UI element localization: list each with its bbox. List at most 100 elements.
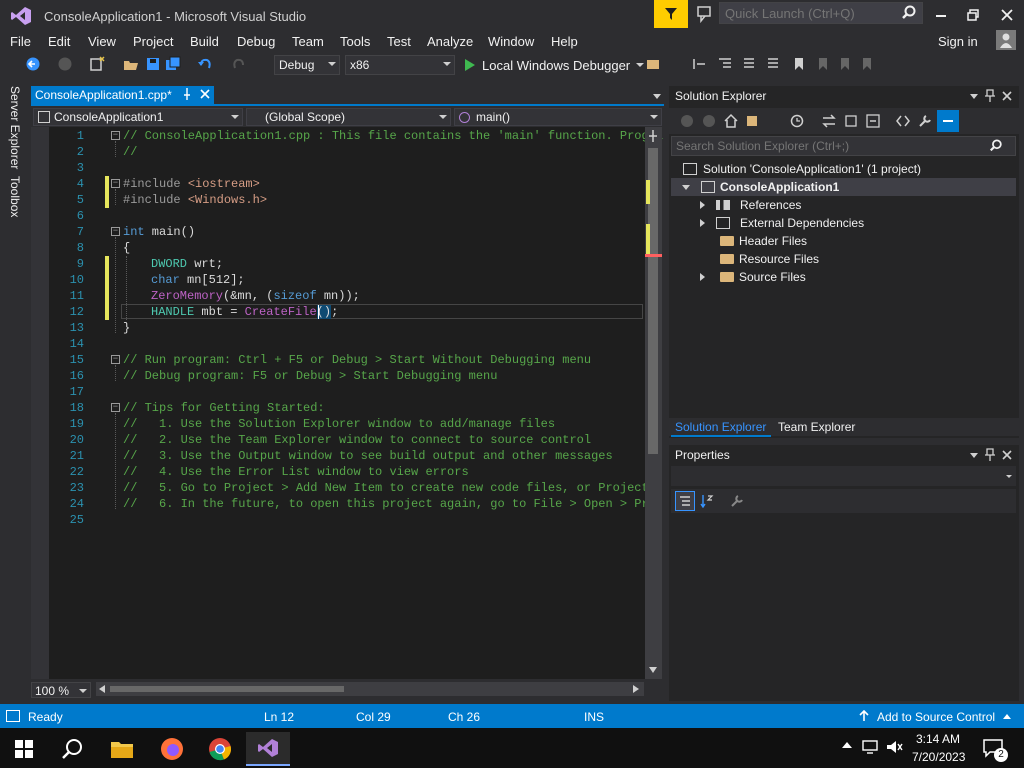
expand-chevron-icon[interactable] xyxy=(682,185,690,190)
code-line-10[interactable]: char mn[512]; xyxy=(151,272,245,288)
sync-with-active-document-icon[interactable] xyxy=(820,112,838,130)
start-debugging-button[interactable]: Local Windows Debugger xyxy=(462,55,645,75)
menu-tools[interactable]: Tools xyxy=(340,34,370,49)
menu-debug[interactable]: Debug xyxy=(237,34,275,49)
code-line-12[interactable]: HANDLE mbt = CreateFile(); xyxy=(151,304,338,320)
project-dropdown[interactable]: ConsoleApplication1 xyxy=(33,108,243,126)
server-explorer-tab[interactable]: Server Explorer xyxy=(8,86,22,169)
expand-chevron-icon[interactable] xyxy=(700,273,705,281)
view-code-icon[interactable] xyxy=(894,112,912,130)
code-line-7[interactable]: int main() xyxy=(123,224,195,240)
tree-node-external-dependencies[interactable]: External Dependencies xyxy=(700,214,864,232)
restore-icon[interactable] xyxy=(960,4,986,26)
tree-node-solution[interactable]: Solution 'ConsoleApplication1' (1 projec… xyxy=(683,160,921,178)
quick-launch-input[interactable] xyxy=(719,2,923,24)
taskbar-search-icon[interactable] xyxy=(50,732,94,766)
panel-options-chevron-down-icon[interactable] xyxy=(969,451,979,459)
code-line-11[interactable]: ZeroMemory(&mn, (sizeof mn)); xyxy=(151,288,360,304)
undo-icon[interactable] xyxy=(196,55,214,73)
code-line-1[interactable]: // ConsoleApplication1.cpp : This file c… xyxy=(123,128,663,144)
show-hidden-icons-chevron-up-icon[interactable] xyxy=(842,742,852,748)
tree-node-project[interactable]: ConsoleApplication1 xyxy=(671,178,1016,196)
send-feedback-icon[interactable] xyxy=(694,4,714,24)
solution-explorer-search-input[interactable] xyxy=(671,136,1016,156)
status-output-icon[interactable] xyxy=(6,710,20,722)
minimize-icon[interactable] xyxy=(928,4,954,26)
menu-view[interactable]: View xyxy=(88,34,116,49)
clear-bookmarks-icon[interactable] xyxy=(858,55,876,73)
feedback-filter-icon[interactable] xyxy=(654,0,688,28)
tab-overflow-chevron-down-icon[interactable] xyxy=(652,92,662,100)
scroll-left-icon[interactable] xyxy=(98,685,106,693)
collapse-icon[interactable]: − xyxy=(111,403,120,412)
horizontal-scroll-thumb[interactable] xyxy=(110,686,344,692)
code-line-5[interactable]: #include <Windows.h> xyxy=(123,192,267,208)
code-line-18[interactable]: // Tips for Getting Started: xyxy=(123,400,325,416)
forward-icon[interactable] xyxy=(700,112,718,130)
close-window-icon[interactable] xyxy=(994,4,1020,26)
refresh-icon[interactable] xyxy=(842,112,860,130)
menu-build[interactable]: Build xyxy=(190,34,219,49)
menu-analyze[interactable]: Analyze xyxy=(427,34,473,49)
properties-object-dropdown[interactable] xyxy=(671,466,1016,486)
code-line-19[interactable]: // 1. Use the Solution Explorer window t… xyxy=(123,416,555,432)
taskbar-clock-time[interactable]: 3:14 AM xyxy=(916,732,960,746)
add-to-source-control-button[interactable]: Add to Source Control xyxy=(877,710,995,724)
code-line-13[interactable]: } xyxy=(123,320,130,336)
file-explorer-icon[interactable] xyxy=(100,732,144,766)
menu-file[interactable]: File xyxy=(10,34,31,49)
code-line-20[interactable]: // 2. Use the Team Explorer window to co… xyxy=(123,432,591,448)
collapse-icon[interactable]: − xyxy=(111,179,120,188)
bookmark-icon[interactable] xyxy=(790,55,808,73)
preview-selected-items-icon[interactable] xyxy=(937,110,959,132)
next-bookmark-icon[interactable] xyxy=(836,55,854,73)
visual-studio-taskbar-icon[interactable] xyxy=(246,732,290,766)
uncomment-lines-icon[interactable] xyxy=(764,55,782,73)
comment-lines-icon[interactable] xyxy=(740,55,758,73)
document-tab[interactable]: ConsoleApplication1.cpp* xyxy=(31,86,214,105)
collapse-all-icon[interactable] xyxy=(864,112,882,130)
split-editor-icon[interactable] xyxy=(648,129,658,143)
save-icon[interactable] xyxy=(144,55,162,73)
open-file-icon[interactable] xyxy=(122,55,140,73)
menu-window[interactable]: Window xyxy=(488,34,534,49)
menu-project[interactable]: Project xyxy=(133,34,173,49)
code-line-15[interactable]: // Run program: Ctrl + F5 or Debug > Sta… xyxy=(123,352,591,368)
home-icon[interactable] xyxy=(722,112,740,130)
menu-test[interactable]: Test xyxy=(387,34,411,49)
scroll-down-icon[interactable] xyxy=(649,666,657,674)
pin-tab-icon[interactable] xyxy=(181,87,193,101)
code-line-9[interactable]: DWORD wrt; xyxy=(151,256,223,272)
new-project-icon[interactable] xyxy=(88,55,106,73)
outdent-icon[interactable] xyxy=(716,55,734,73)
code-line-21[interactable]: // 3. Use the Output window to see build… xyxy=(123,448,613,464)
chevron-up-icon[interactable] xyxy=(1003,714,1011,719)
alphabetical-sort-icon[interactable] xyxy=(698,492,716,510)
sign-in-link[interactable]: Sign in xyxy=(938,34,978,49)
account-avatar-icon[interactable] xyxy=(996,30,1016,50)
member-dropdown[interactable]: main() xyxy=(454,108,662,126)
tree-node-resource-files[interactable]: Resource Files xyxy=(720,250,819,268)
code-line-4[interactable]: #include <iostream> xyxy=(123,176,260,192)
save-all-icon[interactable] xyxy=(164,55,182,73)
expand-chevron-icon[interactable] xyxy=(700,219,705,227)
close-tab-icon[interactable] xyxy=(199,88,211,100)
search-icon[interactable] xyxy=(900,4,918,22)
solution-configuration-dropdown[interactable]: Debug xyxy=(274,55,340,75)
firefox-icon[interactable] xyxy=(150,732,194,766)
collapse-icon[interactable]: − xyxy=(111,131,120,140)
navigate-back-icon[interactable] xyxy=(24,55,42,73)
taskbar-clock-date[interactable]: 7/20/2023 xyxy=(912,750,965,764)
network-icon[interactable] xyxy=(862,740,880,754)
pin-panel-icon[interactable] xyxy=(984,89,996,103)
volume-icon[interactable] xyxy=(886,740,904,754)
arrow-up-icon[interactable] xyxy=(858,710,870,722)
collapse-icon[interactable]: − xyxy=(111,355,120,364)
code-line-24[interactable]: // 6. In the future, to open this projec… xyxy=(123,496,663,512)
property-pages-wrench-icon[interactable] xyxy=(728,492,746,510)
editor-glyph-margin[interactable] xyxy=(31,127,49,679)
switch-views-icon[interactable] xyxy=(744,112,762,130)
tree-node-header-files[interactable]: Header Files xyxy=(720,232,807,250)
search-icon[interactable] xyxy=(988,138,1004,154)
toolbox-tab[interactable]: Toolbox xyxy=(8,176,22,217)
